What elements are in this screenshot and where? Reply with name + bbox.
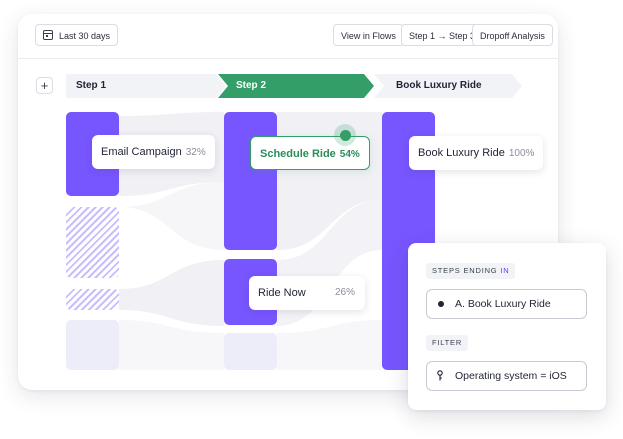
step2-empty-bar — [224, 333, 277, 370]
filter-label: FILTER — [432, 338, 463, 347]
filter-key-icon — [437, 370, 443, 381]
filter-value: Operating system = iOS — [455, 370, 567, 382]
filter-panel: STEPS ENDING IN A. Book Luxury Ride FILT… — [408, 243, 606, 410]
filter-condition-field[interactable]: Operating system = iOS — [426, 361, 587, 391]
book-luxury-ride-node[interactable]: Book Luxury Ride 100% — [409, 136, 544, 170]
step2-schedule-ride-bar[interactable] — [224, 112, 277, 250]
flow-link — [119, 260, 224, 326]
steps-ending-tag: STEPS ENDING IN — [426, 263, 516, 279]
node-label: Schedule Ride — [260, 148, 336, 160]
step1-empty-bar — [66, 320, 119, 370]
ending-step-value: A. Book Luxury Ride — [455, 298, 551, 310]
node-percent: 100% — [508, 148, 535, 159]
ending-step-select[interactable]: A. Book Luxury Ride — [426, 289, 587, 319]
node-label: Book Luxury Ride — [418, 147, 505, 159]
node-percent: 26% — [334, 287, 355, 298]
steps-ending-accent: IN — [500, 266, 510, 275]
bullet-icon — [438, 301, 444, 307]
step1-dropoff-bar-small[interactable] — [66, 289, 119, 310]
node-percent: 54% — [339, 149, 360, 160]
node-label: Ride Now — [258, 287, 306, 299]
selection-dot-icon[interactable] — [340, 130, 351, 141]
steps-ending-label: STEPS ENDING — [432, 266, 498, 275]
flow-link — [119, 320, 224, 370]
node-label: Email Campaign — [101, 146, 182, 158]
flow-link — [277, 320, 382, 370]
email-campaign-node[interactable]: Email Campaign 32% — [92, 135, 215, 169]
node-percent: 32% — [185, 147, 206, 158]
ride-now-node[interactable]: Ride Now 26% — [249, 276, 365, 310]
filter-tag: FILTER — [426, 335, 469, 351]
step1-dropoff-bar[interactable] — [66, 207, 119, 278]
